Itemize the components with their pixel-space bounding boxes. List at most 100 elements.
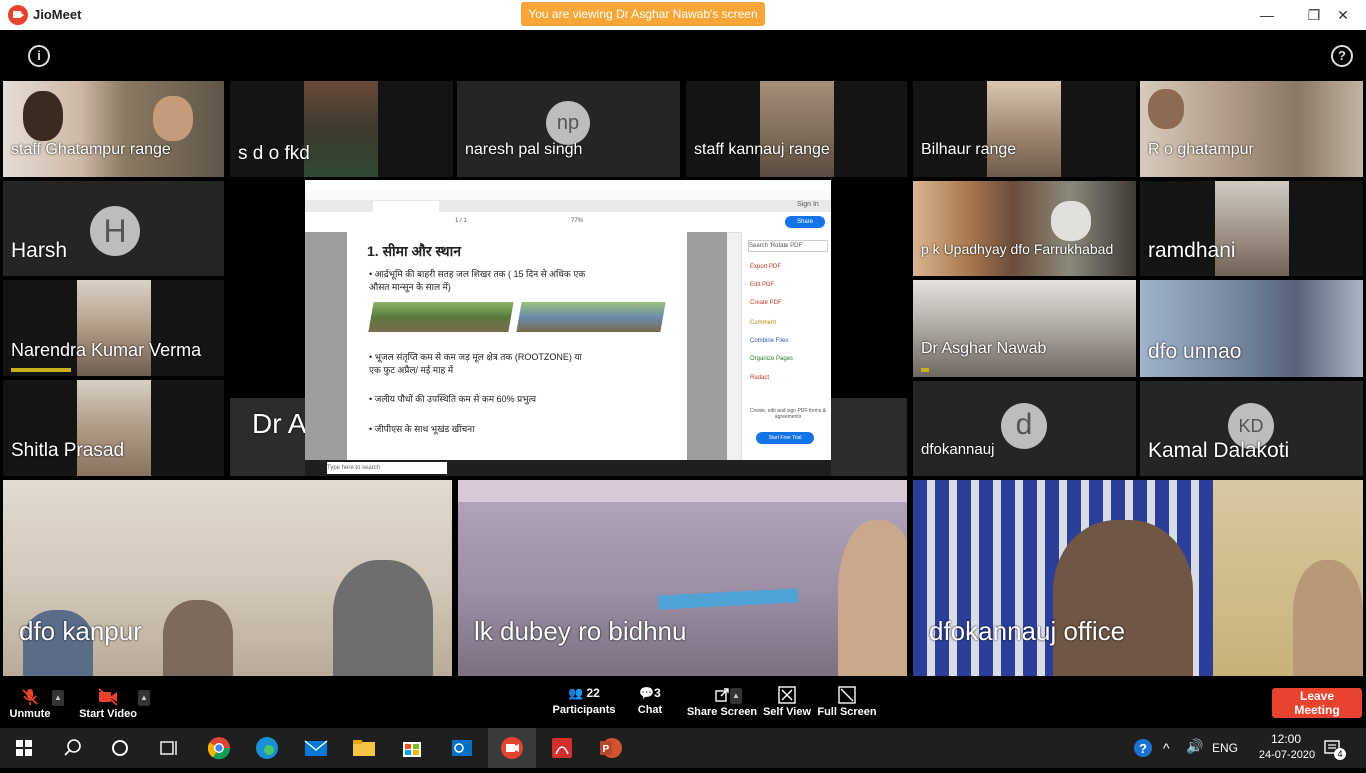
participant-name: Harsh — [11, 239, 68, 262]
participant-tile[interactable]: s d o fkd — [230, 81, 453, 177]
chevron-up-icon[interactable]: ▲ — [52, 690, 64, 706]
store-app[interactable] — [388, 728, 436, 768]
participant-name: dfokannauj — [921, 441, 995, 458]
participant-tile[interactable]: R o ghatampur — [1140, 81, 1363, 177]
start-video-button[interactable]: Start Video — [76, 688, 140, 720]
share-screen-label: Share Screen — [686, 706, 758, 718]
leave-meeting-button[interactable]: Leave Meeting — [1272, 688, 1362, 718]
participant-avatar: d — [1001, 403, 1047, 449]
cortana-button[interactable] — [96, 728, 144, 768]
minimize-button[interactable]: — — [1244, 0, 1290, 30]
task-view-button[interactable] — [144, 728, 192, 768]
participant-tile[interactable]: Bilhaur range — [913, 81, 1136, 177]
participant-tile[interactable]: KD Kamal Dalakoti — [1140, 381, 1363, 476]
participants-count: 22 — [586, 686, 600, 700]
participant-tile[interactable]: staff Ghatampur range — [3, 81, 224, 177]
help-tray-icon[interactable]: ? — [1133, 738, 1153, 761]
participant-tile[interactable]: np naresh pal singh — [457, 81, 680, 177]
chevron-up-icon[interactable]: ^ — [1163, 740, 1170, 756]
chevron-up-icon[interactable]: ▲ — [138, 690, 150, 706]
outlook-icon — [452, 740, 472, 756]
share-screen-button[interactable]: Share Screen — [686, 686, 758, 718]
pdf-share-button: Share — [785, 216, 825, 228]
full-screen-label: Full Screen — [817, 706, 877, 718]
participant-name: Bilhaur range — [921, 141, 1017, 158]
shared-screen: 1 / 1 77% Sign In Share 1. सीमा और स्थान… — [305, 180, 831, 476]
folder-icon — [353, 740, 375, 756]
mail-app[interactable] — [292, 728, 340, 768]
participant-name: staff kannauj range — [694, 141, 830, 158]
volume-icon[interactable]: 🔊 — [1186, 738, 1203, 755]
participant-name: p k Upadhyay dfo Farrukhabad — [921, 241, 1114, 257]
chrome-app[interactable] — [195, 728, 243, 768]
search-button[interactable] — [48, 728, 96, 768]
pdf-tool-item: Redact — [750, 375, 770, 381]
edge-icon — [256, 737, 278, 759]
participant-name: ramdhani — [1148, 239, 1236, 262]
participant-tile[interactable]: d dfokannauj — [913, 381, 1136, 476]
mail-icon — [304, 740, 328, 756]
store-icon — [403, 742, 421, 757]
chevron-up-icon[interactable]: ▲ — [730, 688, 742, 704]
jiomeet-app[interactable] — [488, 728, 536, 768]
pdf-tool-item: Combine Files — [750, 338, 789, 344]
start-video-label: Start Video — [79, 708, 137, 720]
acrobat-icon — [552, 738, 572, 758]
participant-tile[interactable]: p k Upadhyay dfo Farrukhabad — [913, 181, 1136, 276]
question-icon: ? — [1134, 739, 1152, 757]
sign-in-link: Sign In — [797, 201, 819, 208]
participant-tile[interactable]: Dr Asghar Nawab — [913, 280, 1136, 377]
participant-tile[interactable]: Narendra Kumar Verma — [3, 280, 224, 376]
chat-button[interactable]: 💬3 Chat — [630, 686, 670, 716]
participant-name: Kamal Dalakoti — [1148, 439, 1290, 462]
participant-tile[interactable]: H Harsh — [3, 181, 224, 276]
speaking-indicator — [921, 368, 929, 372]
participants-button[interactable]: 👥 22 Participants — [552, 686, 616, 716]
participant-tile[interactable]: staff kannauj range — [686, 81, 907, 177]
pdf-zoom: 77% — [571, 218, 584, 224]
slide-bullet: • जीपीएस के साथ भूखंड खींचना — [369, 424, 475, 434]
participant-name: Dr Asghar Nawab — [921, 340, 1047, 357]
video-off-icon — [98, 688, 118, 706]
participant-tile[interactable]: dfokannauj office — [913, 480, 1363, 676]
close-button[interactable]: ✕ — [1320, 0, 1366, 30]
participant-tile[interactable]: Shitla Prasad — [3, 380, 224, 476]
file-explorer-app[interactable] — [340, 728, 388, 768]
edge-app[interactable] — [243, 728, 291, 768]
participant-name: staff Ghatampur range — [11, 141, 171, 158]
screen-share-banner: You are viewing Dr Asghar Nawab's screen — [521, 2, 765, 26]
unmute-button[interactable]: Unmute — [6, 688, 54, 720]
info-icon[interactable]: i — [28, 45, 50, 67]
chat-indicator: 💬3 — [630, 686, 670, 704]
wetland-diagram-2 — [516, 302, 666, 332]
full-screen-button[interactable]: Full Screen — [816, 686, 878, 718]
self-view-button[interactable]: Self View — [760, 686, 814, 718]
speaking-indicator — [11, 368, 71, 372]
help-icon[interactable]: ? — [1331, 45, 1353, 67]
pdf-tab — [373, 201, 439, 212]
pdf-tool-item: Create PDF — [750, 300, 782, 306]
participant-tile[interactable]: dfo unnao — [1140, 280, 1363, 377]
slide-bullet: • जलीय पौधों की उपस्थिति कम से कम 60% प्… — [369, 394, 536, 404]
participant-tile[interactable]: ramdhani — [1140, 181, 1363, 276]
clock-date[interactable]: 24-07-2020 — [1256, 749, 1318, 761]
participants-label: Participants — [552, 704, 616, 716]
people-icon: 👥 — [568, 686, 584, 700]
svg-text:?: ? — [1139, 741, 1147, 756]
participant-tile[interactable]: dfo kanpur — [3, 480, 452, 676]
shared-taskbar-search: Type here to search — [327, 462, 447, 474]
shared-taskbar: Type here to search — [305, 460, 831, 476]
slide-bullet: • आर्द्रभूमि की बाहरी सतह जल शिखर तक ( 1… — [369, 269, 586, 279]
participant-tile[interactable]: lk dubey ro bidhnu — [458, 480, 907, 676]
notification-center[interactable]: 4 — [1322, 738, 1346, 763]
search-icon — [64, 739, 81, 756]
acrobat-app[interactable] — [538, 728, 586, 768]
participant-name: Shitla Prasad — [11, 440, 125, 461]
outlook-app[interactable] — [438, 728, 486, 768]
start-button[interactable] — [0, 728, 48, 768]
powerpoint-app[interactable]: P — [586, 728, 634, 768]
language-indicator[interactable]: ENG — [1212, 741, 1238, 755]
participant-name: naresh pal singh — [465, 141, 583, 158]
clock-time[interactable]: 12:00 — [1265, 732, 1307, 746]
chat-count: 3 — [654, 686, 661, 700]
